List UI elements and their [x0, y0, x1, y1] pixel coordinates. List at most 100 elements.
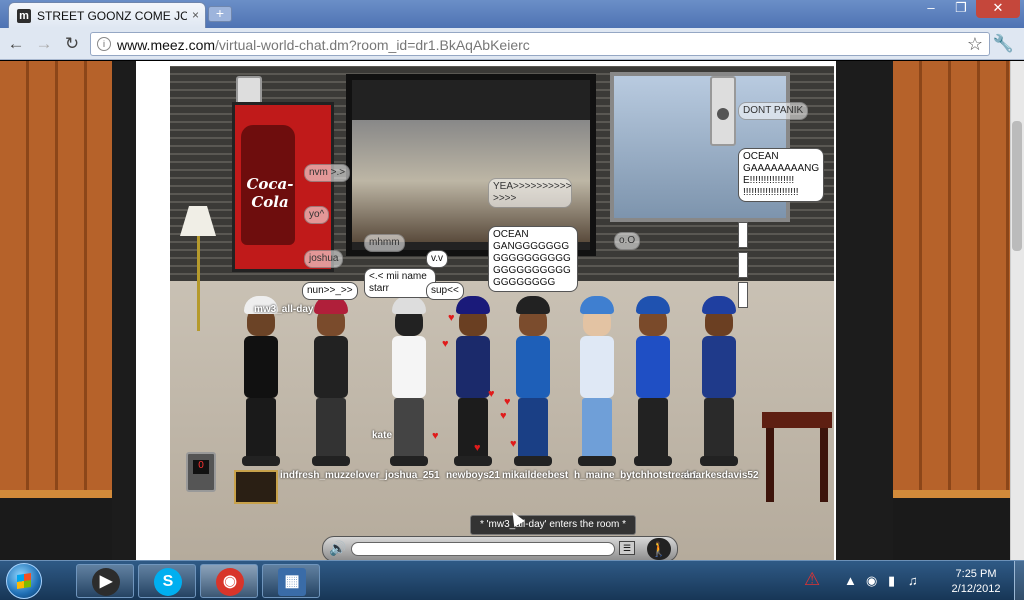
- system-tray: ⚠ ▲ ◉ ▮ ♫ 7:25 PM 2/12/2012: [800, 561, 1024, 600]
- url-text: www.meez.com/virtual-world-chat.dm?room_…: [117, 37, 530, 53]
- walk-icon[interactable]: 🚶: [647, 538, 671, 560]
- page-info-icon[interactable]: i: [97, 37, 111, 51]
- table-leg: [820, 428, 828, 502]
- heart-icon: ♥: [474, 442, 481, 454]
- avatar-legs: [518, 398, 548, 460]
- skype-icon: S: [154, 568, 182, 596]
- new-tab-button[interactable]: +: [208, 6, 232, 22]
- show-hidden-icons-icon[interactable]: ▲: [844, 573, 857, 588]
- bookmark-star-icon[interactable]: ☆: [967, 34, 983, 55]
- speech-bubble: v.v: [426, 250, 449, 268]
- avatar-newboys[interactable]: [450, 296, 496, 466]
- avatar-joshua[interactable]: [386, 296, 432, 466]
- avatar-body: [392, 336, 426, 398]
- minimize-button[interactable]: –: [916, 0, 946, 18]
- avatar-shoes: [578, 456, 616, 466]
- avatar-hat: [702, 296, 736, 314]
- avatar-legs: [458, 398, 488, 460]
- side-table: [762, 412, 832, 502]
- treasure-chest-icon[interactable]: [234, 470, 278, 504]
- speech-bubble: mhmm: [364, 234, 405, 252]
- avatar-kesha[interactable]: [696, 296, 742, 466]
- chat-input[interactable]: [351, 542, 615, 556]
- speech-bubble-empty: [738, 222, 748, 248]
- action-center-icon[interactable]: ⚠: [804, 569, 820, 590]
- network-app-icon[interactable]: ◉: [866, 573, 877, 589]
- screen: m STREET GOONZ COME JOI × + – ❐ ✕ ← → ↻ …: [0, 0, 1024, 600]
- close-window-button[interactable]: ✕: [976, 0, 1020, 18]
- signal-icon[interactable]: ▮: [888, 573, 895, 589]
- virtual-world-chat-room[interactable]: Coca-Cola 0 ♥ ♥ ♥ ♥ ♥ ♥ ♥ ♥ nvm >.> yo^ …: [170, 66, 834, 560]
- wrench-menu-icon[interactable]: 🔧: [993, 34, 1014, 54]
- lamp-shade: [180, 206, 216, 236]
- page-scrollbar-thumb[interactable]: [1012, 121, 1022, 251]
- avatar-name-tag: h_maine_bytchhotstreak1: [574, 470, 698, 481]
- speaker-right-icon: [710, 76, 736, 146]
- avatar-name-tag: mw3_all-day: [254, 304, 314, 315]
- speech-bubble: nun>>_>>: [302, 282, 358, 300]
- left-counter-decoration: [0, 490, 112, 560]
- reload-button[interactable]: ↻: [62, 34, 82, 54]
- avatar-shoes: [242, 456, 280, 466]
- table-top: [762, 412, 832, 428]
- avatar-mw3[interactable]: [238, 296, 284, 466]
- back-button[interactable]: ←: [6, 34, 26, 54]
- room-counter[interactable]: 0: [186, 452, 216, 492]
- address-bar[interactable]: i www.meez.com/virtual-world-chat.dm?roo…: [90, 32, 990, 56]
- avatar-legs: [394, 398, 424, 460]
- speech-bubble: DONT PANIK: [738, 102, 809, 120]
- taskbar-app-video[interactable]: ▦: [262, 564, 320, 598]
- taskbar-app-skype[interactable]: S: [138, 564, 196, 598]
- speech-bubble: YEA>>>>>>>>>> >>>>: [488, 178, 572, 208]
- chrome-icon: ◉: [216, 568, 244, 596]
- avatar-hat: [580, 296, 614, 314]
- avatar-shoes: [514, 456, 552, 466]
- vending-label: Coca-Cola: [246, 175, 294, 211]
- show-desktop-button[interactable]: [1014, 561, 1024, 600]
- window-controls: – ❐ ✕: [916, 0, 1020, 20]
- volume-icon[interactable]: 🔊: [329, 540, 346, 557]
- start-button[interactable]: [6, 563, 42, 599]
- right-counter-decoration: [893, 490, 1010, 560]
- avatar-hat: [392, 296, 426, 314]
- avatar-maine[interactable]: [574, 296, 620, 466]
- speech-bubble: nvm >.>: [304, 164, 351, 182]
- tab-title: STREET GOONZ COME JOI: [37, 9, 187, 23]
- speech-bubble: joshua: [304, 250, 344, 268]
- url-path: /virtual-world-chat.dm?room_id=dr1.BkAqA…: [215, 37, 530, 53]
- avatar-girl-pink[interactable]: [308, 296, 354, 466]
- avatar-body: [244, 336, 278, 398]
- avatar-body: [702, 336, 736, 398]
- taskbar-app-chrome[interactable]: ◉: [200, 564, 258, 598]
- heart-icon: ♥: [442, 338, 449, 350]
- url-host: www.meez.com: [117, 37, 216, 53]
- taskbar-app-media[interactable]: ▶: [76, 564, 134, 598]
- maximize-button[interactable]: ❐: [946, 0, 976, 18]
- heart-icon: ♥: [488, 388, 495, 400]
- vending-machine[interactable]: Coca-Cola: [232, 102, 334, 272]
- tab-close-icon[interactable]: ×: [192, 8, 199, 22]
- room-notice: * 'mw3_all-day' enters the room *: [470, 515, 636, 535]
- avatar-body: [314, 336, 348, 398]
- chat-list-icon[interactable]: ☰: [619, 541, 635, 555]
- avatar-name-tag: anarkesdavis52: [684, 470, 759, 481]
- forward-button[interactable]: →: [34, 34, 54, 54]
- speech-bubble-empty: [738, 252, 748, 278]
- avatar-hotstreak[interactable]: [630, 296, 676, 466]
- browser-tab[interactable]: m STREET GOONZ COME JOI ×: [8, 2, 206, 28]
- clock-time: 7:25 PM: [955, 568, 997, 580]
- avatar-mikail[interactable]: [510, 296, 556, 466]
- taskbar-clock[interactable]: 7:25 PM 2/12/2012: [946, 567, 1006, 597]
- avatar-name-tag: newboys21: [446, 470, 500, 481]
- volume-tray-icon[interactable]: ♫: [908, 573, 918, 588]
- avatar-body: [636, 336, 670, 398]
- avatar-shoes: [454, 456, 492, 466]
- heart-icon: ♥: [504, 396, 511, 408]
- avatar-legs: [638, 398, 668, 460]
- avatar-shoes: [390, 456, 428, 466]
- speech-bubble: sup<<: [426, 282, 464, 300]
- left-sushi-decoration: [0, 61, 112, 491]
- speech-bubble: o.O: [614, 232, 641, 250]
- avatar-legs: [246, 398, 276, 460]
- avatar-name-tag: kate: [372, 430, 393, 441]
